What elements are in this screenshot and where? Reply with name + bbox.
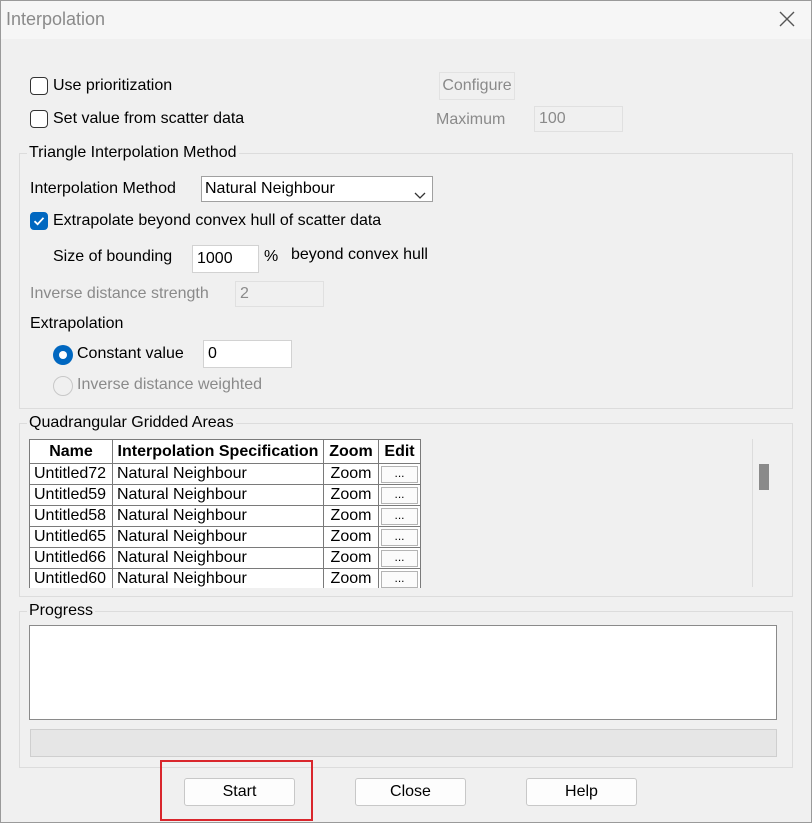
scrollbar-thumb[interactable] <box>759 464 769 490</box>
column-header-edit[interactable]: Edit <box>378 439 421 464</box>
table-row[interactable]: Untitled58 Natural Neighbour Zoom ... <box>29 505 421 527</box>
table-row[interactable]: Untitled60 Natural Neighbour Zoom ... <box>29 568 421 588</box>
row-edit-button[interactable]: ... <box>381 570 418 588</box>
row-name: Untitled65 <box>29 526 113 548</box>
row-spec: Natural Neighbour <box>112 547 324 569</box>
progress-log <box>29 625 777 720</box>
row-name: Untitled60 <box>29 568 113 588</box>
row-zoom-button[interactable]: Zoom <box>323 526 379 548</box>
column-header-spec[interactable]: Interpolation Specification <box>112 439 324 464</box>
row-name: Untitled58 <box>29 505 113 527</box>
table-row[interactable]: Untitled59 Natural Neighbour Zoom ... <box>29 484 421 506</box>
row-name: Untitled66 <box>29 547 113 569</box>
column-header-zoom[interactable]: Zoom <box>323 439 379 464</box>
progress-group-title: Progress <box>27 602 96 620</box>
row-name: Untitled72 <box>29 463 113 485</box>
row-edit-button[interactable]: ... <box>381 528 418 546</box>
table-row[interactable]: Untitled72 Natural Neighbour Zoom ... <box>29 463 421 485</box>
row-zoom-button[interactable]: Zoom <box>323 547 379 569</box>
quad-table: Name Interpolation Specification Zoom Ed… <box>29 439 421 588</box>
row-edit-button[interactable]: ... <box>381 486 418 504</box>
progress-bar <box>30 729 777 757</box>
table-row[interactable]: Untitled66 Natural Neighbour Zoom ... <box>29 547 421 569</box>
table-scrollbar[interactable] <box>752 439 772 587</box>
row-spec: Natural Neighbour <box>112 505 324 527</box>
row-spec: Natural Neighbour <box>112 526 324 548</box>
row-spec: Natural Neighbour <box>112 484 324 506</box>
row-spec: Natural Neighbour <box>112 463 324 485</box>
start-button-highlight <box>160 760 313 821</box>
table-header-row: Name Interpolation Specification Zoom Ed… <box>29 439 421 464</box>
row-zoom-button[interactable]: Zoom <box>323 484 379 506</box>
close-button[interactable]: Close <box>355 778 466 806</box>
row-spec: Natural Neighbour <box>112 568 324 588</box>
column-header-name[interactable]: Name <box>29 439 113 464</box>
quad-table-viewport: Name Interpolation Specification Zoom Ed… <box>1 1 811 588</box>
row-edit-button[interactable]: ... <box>381 549 418 567</box>
interpolation-dialog: Interpolation Use prioritization Configu… <box>0 0 812 823</box>
table-row[interactable]: Untitled65 Natural Neighbour Zoom ... <box>29 526 421 548</box>
row-zoom-button[interactable]: Zoom <box>323 463 379 485</box>
row-zoom-button[interactable]: Zoom <box>323 568 379 588</box>
row-zoom-button[interactable]: Zoom <box>323 505 379 527</box>
help-button[interactable]: Help <box>526 778 637 806</box>
row-edit-button[interactable]: ... <box>381 507 418 525</box>
row-edit-button[interactable]: ... <box>381 465 418 483</box>
row-name: Untitled59 <box>29 484 113 506</box>
